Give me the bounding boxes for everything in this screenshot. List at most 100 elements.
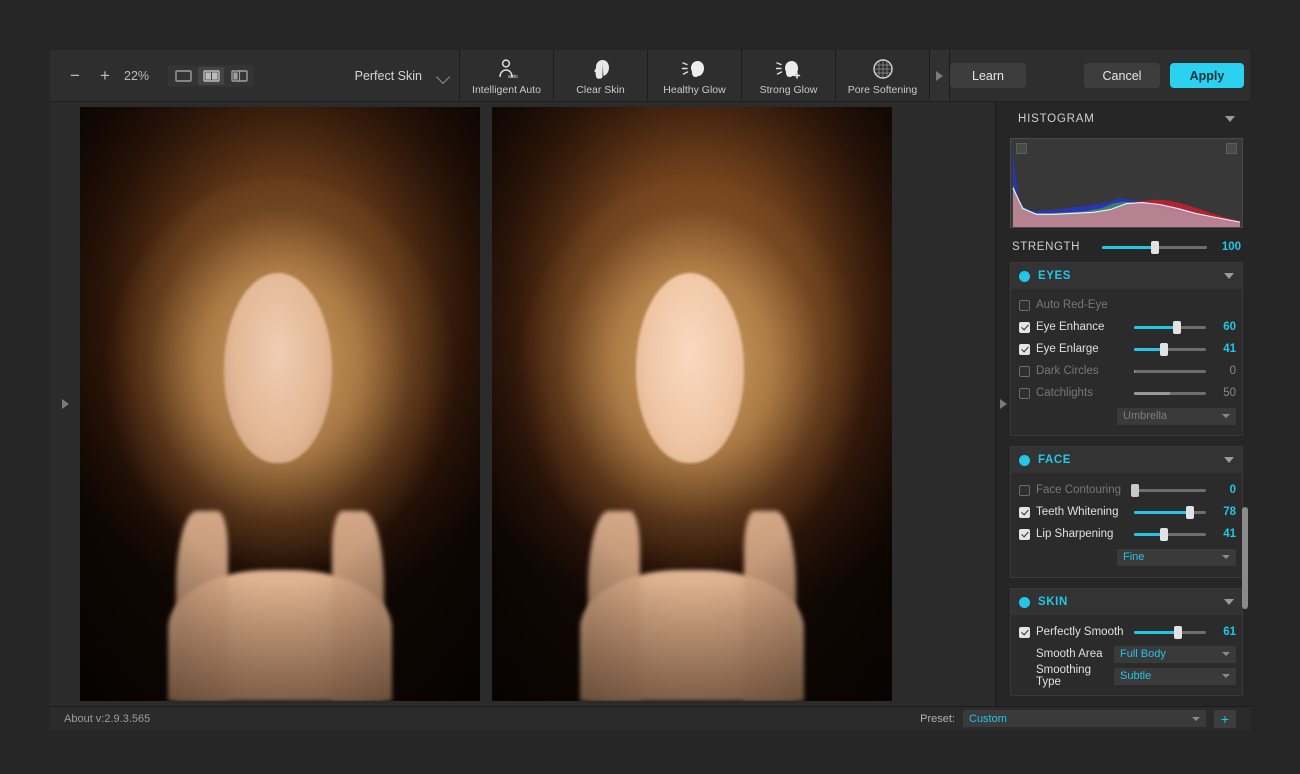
caret-down-icon[interactable]: [1224, 599, 1234, 605]
after-image[interactable]: [492, 107, 892, 701]
section-face-title: FACE: [1038, 454, 1072, 466]
control-teeth-whitening: Teeth Whitening 78: [1011, 501, 1242, 523]
histogram-graph[interactable]: [1010, 138, 1243, 228]
preset-value: Custom: [969, 712, 1007, 725]
dropdown-value: Fine: [1123, 551, 1145, 563]
cancel-button[interactable]: Cancel: [1084, 63, 1160, 88]
toolbar-preset-tools: auto Intelligent Auto Clear Skin Healthy…: [460, 50, 950, 101]
right-panel-expand-right-icon[interactable]: [996, 102, 1010, 706]
perfectly-smooth-slider[interactable]: [1134, 625, 1206, 639]
control-perfectly-smooth: Perfectly Smooth 61: [1011, 621, 1242, 643]
face-auto-icon: auto: [495, 56, 519, 82]
teeth-whitening-slider[interactable]: [1134, 505, 1206, 519]
view-mode-group: [168, 64, 254, 87]
section-toggle-dot-icon[interactable]: [1019, 454, 1030, 466]
caret-down-icon[interactable]: [1224, 457, 1234, 463]
panel-scrollbar[interactable]: [1242, 102, 1248, 706]
eye-enhance-value: 60: [1223, 321, 1236, 333]
before-after-pair: [80, 102, 892, 706]
face-profile-icon: [589, 56, 613, 82]
control-label: Eye Enlarge: [1036, 343, 1099, 355]
zoom-out-icon[interactable]: −: [60, 61, 90, 91]
face-contouring-slider[interactable]: [1131, 483, 1206, 497]
preset-group: Preset: Custom +: [920, 709, 1236, 728]
histogram-white-point-handle[interactable]: [1226, 143, 1237, 154]
section-toggle-dot-icon[interactable]: [1019, 270, 1030, 282]
single-pane-icon[interactable]: [170, 67, 196, 85]
lip-sharpening-checkbox[interactable]: [1019, 528, 1030, 540]
tool-intelligent-auto[interactable]: auto Intelligent Auto: [460, 50, 554, 101]
tools-next-chevron-right-icon[interactable]: [930, 50, 950, 101]
teeth-whitening-checkbox[interactable]: [1019, 506, 1030, 518]
section-toggle-dot-icon[interactable]: [1019, 596, 1030, 608]
status-bar: About v:2.9.3.565 Preset: Custom +: [50, 706, 1250, 730]
control-smooth-area: Smooth Area Full Body: [1011, 643, 1242, 665]
about-version-label[interactable]: About v:2.9.3.565: [64, 713, 150, 725]
learn-button[interactable]: Learn: [950, 63, 1026, 88]
histogram-black-point-handle[interactable]: [1016, 143, 1027, 154]
section-eyes-title: EYES: [1038, 270, 1072, 282]
dark-circles-slider[interactable]: [1134, 364, 1206, 378]
section-face-header[interactable]: FACE: [1011, 447, 1242, 473]
apply-button[interactable]: Apply: [1170, 63, 1244, 88]
adjustments-content: HISTOGRAM STRENGTH 100 EYES Auto Red-Eye…: [1010, 102, 1250, 706]
tool-label: Healthy Glow: [663, 84, 726, 96]
eye-enlarge-slider[interactable]: [1134, 342, 1206, 356]
catchlights-slider[interactable]: [1134, 386, 1206, 400]
tool-label: Pore Softening: [847, 84, 918, 96]
control-dark-circles: Dark Circles 0: [1011, 360, 1242, 382]
tool-clear-skin[interactable]: Clear Skin: [554, 50, 648, 101]
face-contouring-checkbox[interactable]: [1019, 484, 1030, 496]
panel-scrollbar-thumb[interactable]: [1242, 507, 1248, 609]
auto-red-eye-checkbox[interactable]: [1019, 299, 1030, 311]
tool-pore-softening[interactable]: Pore Softening: [836, 50, 930, 101]
strength-label: STRENGTH: [1012, 241, 1081, 253]
control-label: Catchlights: [1036, 387, 1093, 399]
control-face-contouring: Face Contouring 0: [1011, 479, 1242, 501]
strength-row: STRENGTH 100: [1010, 232, 1243, 262]
control-label: Auto Red-Eye: [1036, 299, 1108, 311]
eye-enhance-checkbox[interactable]: [1019, 321, 1030, 333]
preset-dropdown[interactable]: Custom: [963, 710, 1206, 727]
eye-enlarge-checkbox[interactable]: [1019, 343, 1030, 355]
section-eyes: EYES Auto Red-Eye Eye Enhance 60 Eye Enl…: [1010, 262, 1243, 436]
strength-slider[interactable]: [1102, 240, 1207, 254]
mode-selector[interactable]: Perfect Skin: [355, 69, 451, 83]
lip-sharpening-slider[interactable]: [1134, 527, 1206, 541]
split-compare-icon[interactable]: [226, 67, 252, 85]
chevron-down-icon: [1192, 716, 1200, 721]
zoom-in-icon[interactable]: +: [90, 61, 120, 91]
tool-strong-glow[interactable]: Strong Glow: [742, 50, 836, 101]
face-strong-glow-icon: [775, 56, 803, 82]
add-preset-button[interactable]: +: [1214, 709, 1236, 728]
section-eyes-header[interactable]: EYES: [1011, 263, 1242, 289]
tool-healthy-glow[interactable]: Healthy Glow: [648, 50, 742, 101]
control-label: Smooth Area: [1036, 648, 1103, 660]
eye-enhance-slider[interactable]: [1134, 320, 1206, 334]
catchlights-checkbox[interactable]: [1019, 387, 1030, 399]
control-label: Teeth Whitening: [1036, 506, 1119, 518]
histogram-header[interactable]: HISTOGRAM: [1010, 106, 1243, 132]
chevron-down-icon: [1222, 414, 1230, 418]
lip-sharpening-type-dropdown[interactable]: Fine: [1117, 548, 1236, 566]
lip-sharpening-value: 41: [1223, 528, 1236, 540]
section-skin-header[interactable]: SKIN: [1011, 589, 1242, 615]
catchlights-value: 50: [1223, 387, 1236, 399]
dark-circles-value: 0: [1229, 365, 1236, 377]
caret-down-icon[interactable]: [1224, 273, 1234, 279]
dark-circles-checkbox[interactable]: [1019, 365, 1030, 377]
two-pane-icon[interactable]: [198, 66, 224, 85]
adjustments-panel: HISTOGRAM STRENGTH 100 EYES Auto Red-Eye…: [995, 102, 1250, 706]
dropdown-value: Full Body: [1120, 648, 1166, 660]
toolbar-zoom-group: − + 22% Perfect Skin: [50, 50, 460, 101]
caret-down-icon[interactable]: [1225, 116, 1235, 122]
left-panel-expand-right-icon[interactable]: [50, 102, 80, 706]
control-eye-enhance: Eye Enhance 60: [1011, 316, 1242, 338]
control-label: Perfectly Smooth: [1036, 626, 1124, 638]
smooth-area-dropdown[interactable]: Full Body: [1114, 645, 1236, 663]
catchlights-type-dropdown[interactable]: Umbrella: [1117, 407, 1236, 425]
before-image[interactable]: [80, 107, 480, 701]
tool-label: Clear Skin: [576, 84, 625, 96]
perfectly-smooth-checkbox[interactable]: [1019, 626, 1030, 638]
smoothing-type-dropdown[interactable]: Subtle: [1114, 667, 1236, 685]
